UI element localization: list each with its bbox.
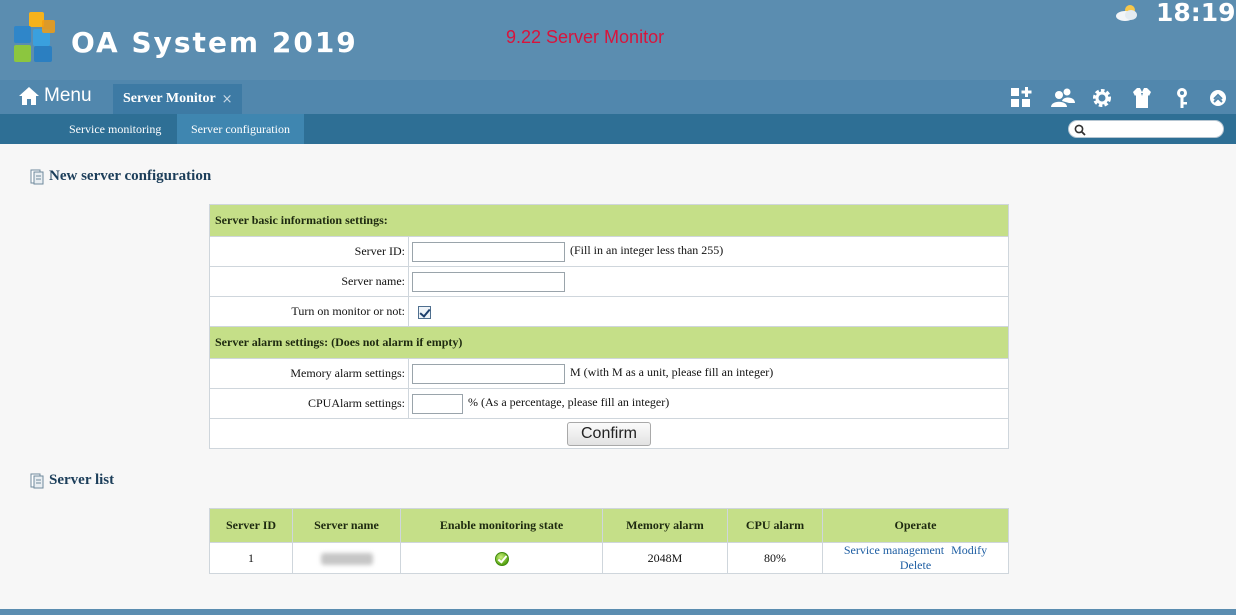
memory-alarm-input[interactable] (412, 363, 565, 384)
alarm-settings-group-row: Server alarm settings: (Does not alarm i… (209, 326, 1009, 359)
key-icon[interactable] (1170, 86, 1194, 110)
search-box[interactable] (1068, 120, 1224, 138)
memory-alarm-row: Memory alarm settings: M (with M as a un… (209, 358, 1009, 389)
cell-operate: Service management Modify Delete (822, 542, 1009, 574)
subtab-server-configuration[interactable]: Server configuration (177, 114, 304, 144)
apps-add-icon[interactable] (1009, 86, 1033, 110)
app-title: OA System 2019 (71, 26, 358, 59)
home-icon (19, 87, 39, 105)
server-config-form: Server basic information settings: Serve… (209, 204, 1009, 449)
service-management-link[interactable]: Service management (844, 543, 944, 557)
cell-cpu-alarm: 80% (727, 542, 823, 574)
table-row: 1 2048M 80% Service management Modify De… (209, 542, 1009, 574)
menu-button[interactable]: Menu (18, 84, 92, 108)
cell-memory-alarm: 2048M (602, 542, 728, 574)
memory-alarm-hint: M (with M as a unit, please fill an inte… (570, 365, 774, 380)
confirm-row: Confirm (209, 418, 1009, 449)
main-navbar: Menu Server Monitor × (0, 80, 1236, 114)
close-icon[interactable]: × (222, 92, 233, 107)
server-list-title-text: Server list (49, 472, 115, 488)
config-section-title: New server configuration (30, 168, 211, 185)
col-monitoring-state: Enable monitoring state (400, 508, 603, 543)
shirt-icon[interactable] (1130, 86, 1154, 110)
server-list-table: Server ID Server name Enable monitoring … (209, 508, 1009, 574)
page-caption: 9.22 Server Monitor (506, 27, 665, 47)
subtab-service-monitoring[interactable]: Service monitoring (69, 114, 161, 144)
server-name-label: Server name: (209, 266, 409, 297)
cell-monitoring-state (400, 542, 603, 574)
partly-cloudy-icon (1116, 5, 1137, 21)
config-title-text: New server configuration (49, 168, 212, 184)
basic-settings-group-label: Server basic information settings: (209, 204, 1009, 237)
users-icon[interactable] (1049, 86, 1077, 110)
document-icon (30, 169, 44, 184)
cpu-alarm-label: CPUAlarm settings: (209, 388, 409, 419)
col-cpu-alarm: CPU alarm (727, 508, 823, 543)
monitor-checkbox[interactable] (418, 305, 431, 319)
cpu-alarm-row: CPUAlarm settings: % (As a percentage, p… (209, 388, 1009, 419)
table-header-row: Server ID Server name Enable monitoring … (209, 508, 1009, 543)
footer-bar (0, 609, 1236, 615)
col-operate: Operate (822, 508, 1009, 543)
cell-server-id: 1 (209, 542, 293, 574)
check-ok-icon (494, 551, 509, 566)
sub-navbar: Service monitoring Server configuration (0, 114, 1236, 144)
confirm-button[interactable]: Confirm (567, 421, 651, 446)
memory-alarm-label: Memory alarm settings: (209, 358, 409, 389)
clock: 18:19 (1156, 0, 1236, 27)
server-id-label: Server ID: (209, 236, 409, 267)
monitor-toggle-row: Turn on monitor or not: (209, 296, 1009, 327)
search-input[interactable] (1089, 122, 1219, 136)
collapse-up-icon[interactable] (1206, 86, 1230, 110)
document-icon (30, 473, 44, 488)
redacted-name (320, 552, 373, 565)
col-memory-alarm: Memory alarm (602, 508, 728, 543)
server-id-row: Server ID: (Fill in an integer less than… (209, 236, 1009, 267)
server-id-input[interactable] (412, 241, 565, 262)
tab-server-monitor[interactable]: Server Monitor × (113, 84, 242, 114)
server-name-input[interactable] (412, 271, 565, 292)
col-server-name: Server name (292, 508, 401, 543)
modify-link[interactable]: Modify (951, 543, 987, 557)
server-id-hint: (Fill in an integer less than 255) (570, 243, 724, 258)
cell-server-name (292, 542, 401, 574)
alarm-settings-group-label: Server alarm settings: (Does not alarm i… (209, 326, 1009, 359)
delete-link[interactable]: Delete (900, 558, 931, 572)
search-icon (1074, 124, 1086, 136)
cpu-alarm-input[interactable] (412, 393, 463, 414)
menu-label: Menu (44, 85, 92, 106)
server-list-section-title: Server list (30, 472, 114, 489)
app-header: OA System 2019 9.22 Server Monitor 18:19 (0, 0, 1236, 80)
server-name-row: Server name: (209, 266, 1009, 297)
gear-icon[interactable] (1090, 86, 1114, 110)
col-server-id: Server ID (209, 508, 293, 543)
tab-label: Server Monitor (123, 91, 216, 106)
monitor-label: Turn on monitor or not: (209, 296, 409, 327)
app-logo-icon (14, 12, 55, 62)
basic-settings-group-row: Server basic information settings: (209, 204, 1009, 237)
cpu-alarm-hint: % (As a percentage, please fill an integ… (468, 395, 670, 410)
